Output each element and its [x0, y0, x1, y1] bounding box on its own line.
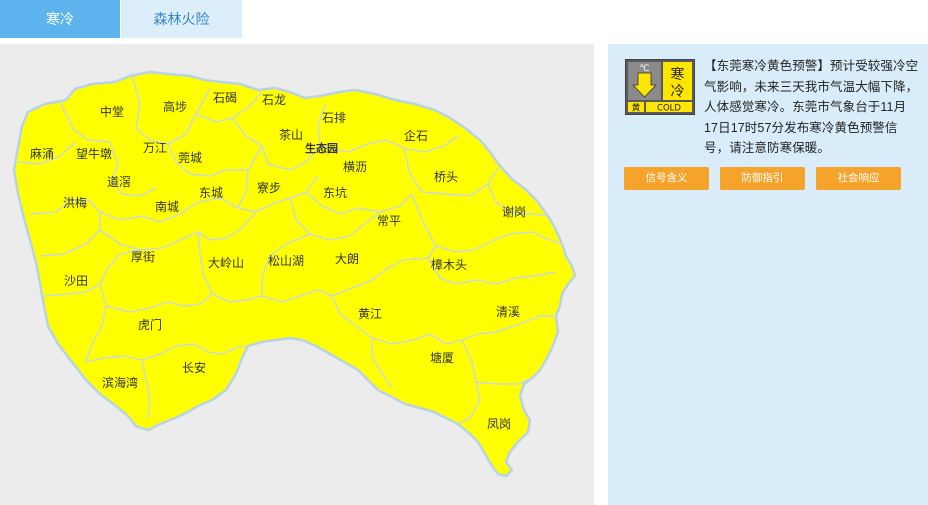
town-label: 清溪: [496, 305, 520, 319]
defense-guide-button[interactable]: 防御指引: [720, 167, 805, 190]
icon-type-label: 寒: [671, 66, 685, 83]
town-label: 茶山: [279, 127, 303, 142]
thermometer-symbol: ℃: [639, 64, 649, 74]
warning-info-panel: ℃ 寒 冷 黄 COLD 【东莞寒冷黄色预警】预计受较强冷空气影响，未来三天我市…: [608, 44, 928, 505]
town-label: 企石: [404, 128, 428, 143]
town-label: 长安: [182, 360, 206, 375]
town-label: 沙田: [64, 274, 88, 288]
tab-cold[interactable]: 寒冷: [0, 0, 120, 38]
map-svg: 中堂 高埗 石碣 石龙 石排 麻涌 望牛墩 万江 莞城 茶山 生态园 企石 道滘…: [12, 70, 577, 478]
town-label: 樟木头: [431, 257, 467, 272]
town-label: 望牛墩: [76, 146, 112, 161]
town-label: 高埗: [163, 99, 187, 114]
icon-english-label: COLD: [657, 104, 681, 114]
town-label: 生态园: [305, 141, 338, 155]
town-label: 石龙: [262, 93, 286, 107]
town-label: 万江: [143, 141, 167, 155]
town-label: 大朗: [335, 252, 359, 266]
town-label: 洪梅: [63, 195, 87, 210]
town-label: 厚街: [131, 250, 155, 264]
town-label: 道滘: [107, 175, 131, 189]
warning-tabs: 寒冷 森林火险: [0, 0, 242, 40]
social-response-button[interactable]: 社会响应: [816, 167, 901, 190]
town-label: 寮步: [257, 180, 281, 195]
town-label: 大岭山: [208, 256, 244, 270]
town-label: 塘厦: [430, 350, 454, 365]
warning-description: 【东莞寒冷黄色预警】预计受较强冷空气影响，未来三天我市气温大幅下降，人体感觉寒冷…: [704, 59, 919, 155]
town-label: 东城: [199, 186, 223, 200]
town-label: 横沥: [343, 160, 367, 174]
town-label: 石排: [322, 111, 346, 125]
town-label: 桥头: [434, 170, 458, 184]
icon-level-label: 黄: [632, 103, 641, 114]
town-label: 中堂: [100, 104, 124, 119]
town-label: 谢岗: [502, 204, 526, 219]
town-label: 黄江: [358, 307, 382, 321]
dongguan-map: 中堂 高埗 石碣 石龙 石排 麻涌 望牛墩 万江 莞城 茶山 生态园 企石 道滘…: [0, 44, 594, 505]
icon-type-label-2: 冷: [671, 84, 685, 100]
town-label: 石碣: [213, 91, 237, 105]
town-label: 松山湖: [268, 253, 304, 268]
signal-meaning-button[interactable]: 信号含义: [624, 167, 709, 190]
cold-yellow-warning-icon[interactable]: ℃ 寒 冷 黄 COLD: [625, 59, 695, 115]
town-label: 莞城: [178, 151, 202, 165]
town-label: 麻涌: [30, 146, 54, 161]
town-label: 凤岗: [487, 417, 511, 431]
town-label: 滨海湾: [102, 375, 138, 390]
town-label: 东坑: [323, 185, 347, 200]
town-label: 南城: [155, 199, 179, 214]
town-label: 常平: [377, 214, 401, 228]
town-label: 虎门: [138, 317, 162, 332]
tab-forest-fire[interactable]: 森林火险: [121, 0, 242, 38]
